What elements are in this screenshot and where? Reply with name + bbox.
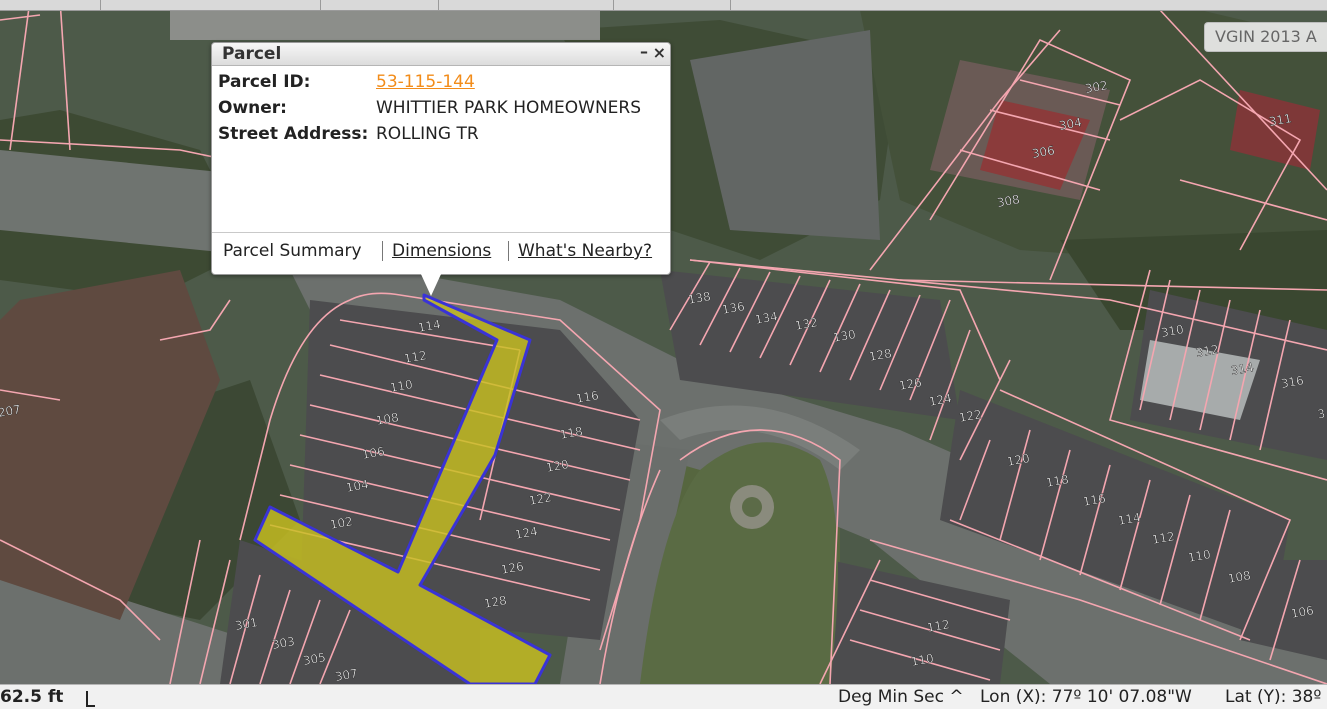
field-value: ROLLING TR <box>376 124 479 144</box>
coordinate-format-select[interactable]: Deg Min Sec ^ <box>838 687 964 707</box>
latitude-readout: Lat (Y): 38º <box>1225 687 1322 707</box>
scale-label: 62.5 ft <box>0 687 64 707</box>
scale-bar-icon <box>86 691 95 707</box>
field-label: Parcel ID: <box>218 72 311 92</box>
minimize-icon[interactable]: – <box>640 42 648 61</box>
popup-pointer <box>420 272 442 296</box>
field-value: WHITTIER PARK HOMEOWNERS <box>376 98 642 118</box>
dimensions-link[interactable]: Dimensions <box>392 241 491 261</box>
close-icon[interactable]: × <box>653 43 666 62</box>
top-toolbar-strip <box>0 0 1327 11</box>
popup-title: Parcel <box>222 44 282 64</box>
popup-link-bar: Parcel Summary Dimensions What's Nearby? <box>212 232 670 263</box>
longitude-readout: Lon (X): 77º 10' 07.08"W <box>980 687 1192 707</box>
link-separator <box>382 241 383 261</box>
field-label: Street Address: <box>218 124 369 144</box>
field-label: Owner: <box>218 98 287 118</box>
basemap-label[interactable]: VGIN 2013 A <box>1204 22 1327 52</box>
link-separator <box>508 241 509 261</box>
popup-titlebar[interactable]: Parcel – × <box>212 42 670 66</box>
toolbar-segment[interactable] <box>321 0 439 10</box>
toolbar-segment[interactable] <box>0 0 101 10</box>
toolbar-segment[interactable] <box>439 0 614 10</box>
parcel-popup: Parcel – × Parcel ID: 53-115-144 Owner: … <box>211 42 671 275</box>
status-bar: 62.5 ft Deg Min Sec ^ Lon (X): 77º 10' 0… <box>0 684 1327 709</box>
parcel-id-link[interactable]: 53-115-144 <box>376 72 475 92</box>
toolbar-segment[interactable] <box>614 0 731 10</box>
toolbar-segment[interactable] <box>101 0 321 10</box>
parcel-summary-tab[interactable]: Parcel Summary <box>223 241 362 261</box>
whats-nearby-link[interactable]: What's Nearby? <box>518 241 652 261</box>
